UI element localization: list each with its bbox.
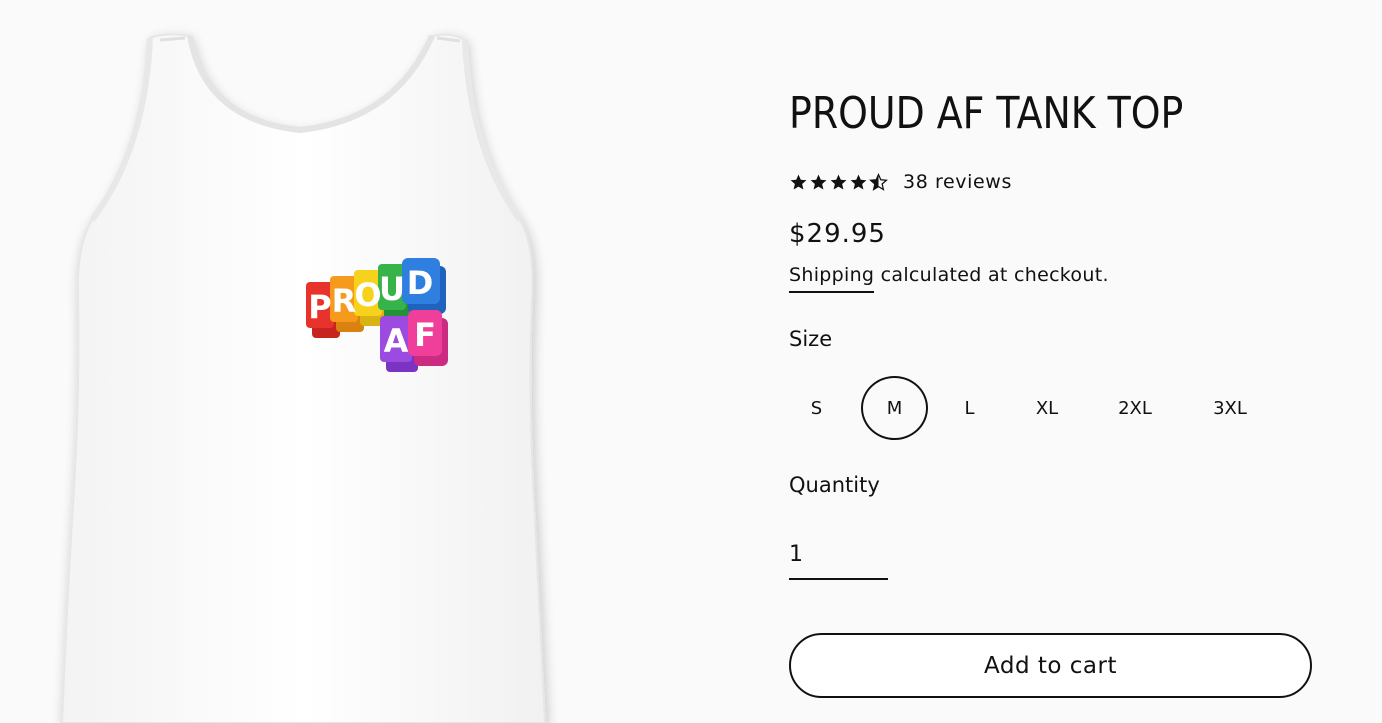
size-option-xl[interactable]: XL xyxy=(1017,376,1077,440)
size-selector: S M L XL 2XL 3XL xyxy=(789,376,1289,440)
print-letter-u: U xyxy=(379,270,405,308)
star-icon xyxy=(810,174,827,190)
print-letter-p: P xyxy=(308,288,331,326)
product-info: PROUD AF TANK TOP 38 reviews $29.95 Ship… xyxy=(789,0,1329,723)
size-option-s[interactable]: S xyxy=(794,376,839,440)
product-page: P R O U D A F PROUD AF TANK TOP 38 revie… xyxy=(0,0,1382,723)
size-option-3xl[interactable]: 3XL xyxy=(1194,376,1266,440)
star-icon xyxy=(830,174,847,190)
product-price: $29.95 xyxy=(789,219,886,249)
star-icon xyxy=(790,174,807,190)
quantity-input[interactable] xyxy=(789,530,888,580)
print-letter-r: R xyxy=(332,282,357,320)
size-option-l[interactable]: L xyxy=(947,376,992,440)
size-label: Size xyxy=(789,327,833,351)
print-letter-f: F xyxy=(414,316,436,354)
shipping-link[interactable]: Shipping xyxy=(789,264,875,293)
star-icon xyxy=(850,174,867,190)
size-option-2xl[interactable]: 2XL xyxy=(1099,376,1171,440)
shipping-note: Shipping calculated at checkout. xyxy=(789,264,1109,293)
rating[interactable]: 38 reviews xyxy=(789,168,1012,196)
print-letter-d: D xyxy=(407,264,434,302)
review-count-link[interactable]: 38 reviews xyxy=(903,171,1012,193)
product-title: PROUD AF TANK TOP xyxy=(789,88,1184,139)
tank-top-illustration: P R O U D A F xyxy=(60,33,547,723)
add-to-cart-button[interactable]: Add to cart xyxy=(789,633,1312,698)
shipping-note-text: calculated at checkout. xyxy=(874,264,1109,286)
print-letter-o: O xyxy=(354,276,381,314)
print-letter-a: A xyxy=(384,322,409,360)
size-option-m[interactable]: M xyxy=(861,376,928,440)
product-image[interactable]: P R O U D A F xyxy=(0,0,640,723)
half-star-icon xyxy=(869,172,888,191)
star-rating xyxy=(789,172,888,192)
quantity-label: Quantity xyxy=(789,473,880,497)
